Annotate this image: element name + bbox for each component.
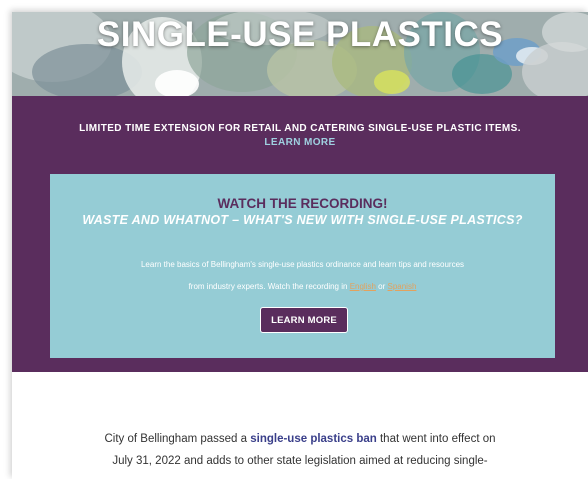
recording-subheading: WASTE AND WHATNOT – WHAT'S NEW WITH SING… xyxy=(82,213,523,227)
recording-description: Learn the basics of Bellingham's single-… xyxy=(70,254,535,298)
learn-more-button[interactable]: LEARN MORE xyxy=(260,307,348,333)
notice-learn-more-link[interactable]: LEARN MORE xyxy=(264,136,335,150)
extension-notice: LIMITED TIME EXTENSION FOR RETAIL AND CA… xyxy=(12,122,588,150)
recording-description-line1: Learn the basics of Bellingham's single-… xyxy=(140,260,465,269)
recording-heading: WATCH THE RECORDING! xyxy=(217,196,388,211)
announcement-band: LIMITED TIME EXTENSION FOR RETAIL AND CA… xyxy=(12,96,588,372)
page-title: SINGLE-USE PLASTICS xyxy=(96,15,504,54)
intro-line2: July 31, 2022 and adds to other state le… xyxy=(112,455,488,467)
intro-line1-prefix: City of Bellingham passed a xyxy=(104,433,251,445)
intro-paragraph: City of Bellingham passed a single-use p… xyxy=(12,428,588,472)
or-text: or xyxy=(375,282,388,291)
recording-card: WATCH THE RECORDING! WASTE AND WHATNOT –… xyxy=(50,174,555,358)
page: SINGLE-USE PLASTICS LIMITED TIME EXTENSI… xyxy=(0,0,588,479)
hero-banner: SINGLE-USE PLASTICS xyxy=(12,12,588,96)
english-recording-link[interactable]: English xyxy=(350,282,376,291)
spanish-recording-link[interactable]: Spanish xyxy=(388,282,417,291)
webpage-screenshot: SINGLE-USE PLASTICS LIMITED TIME EXTENSI… xyxy=(12,12,588,479)
intro-line1-suffix: that went into effect on xyxy=(376,433,496,445)
extension-notice-text: LIMITED TIME EXTENSION FOR RETAIL AND CA… xyxy=(79,123,521,134)
plastics-ban-link[interactable]: single-use plastics ban xyxy=(250,433,377,445)
recording-description-line2: from industry experts. Watch the recordi… xyxy=(188,282,350,291)
